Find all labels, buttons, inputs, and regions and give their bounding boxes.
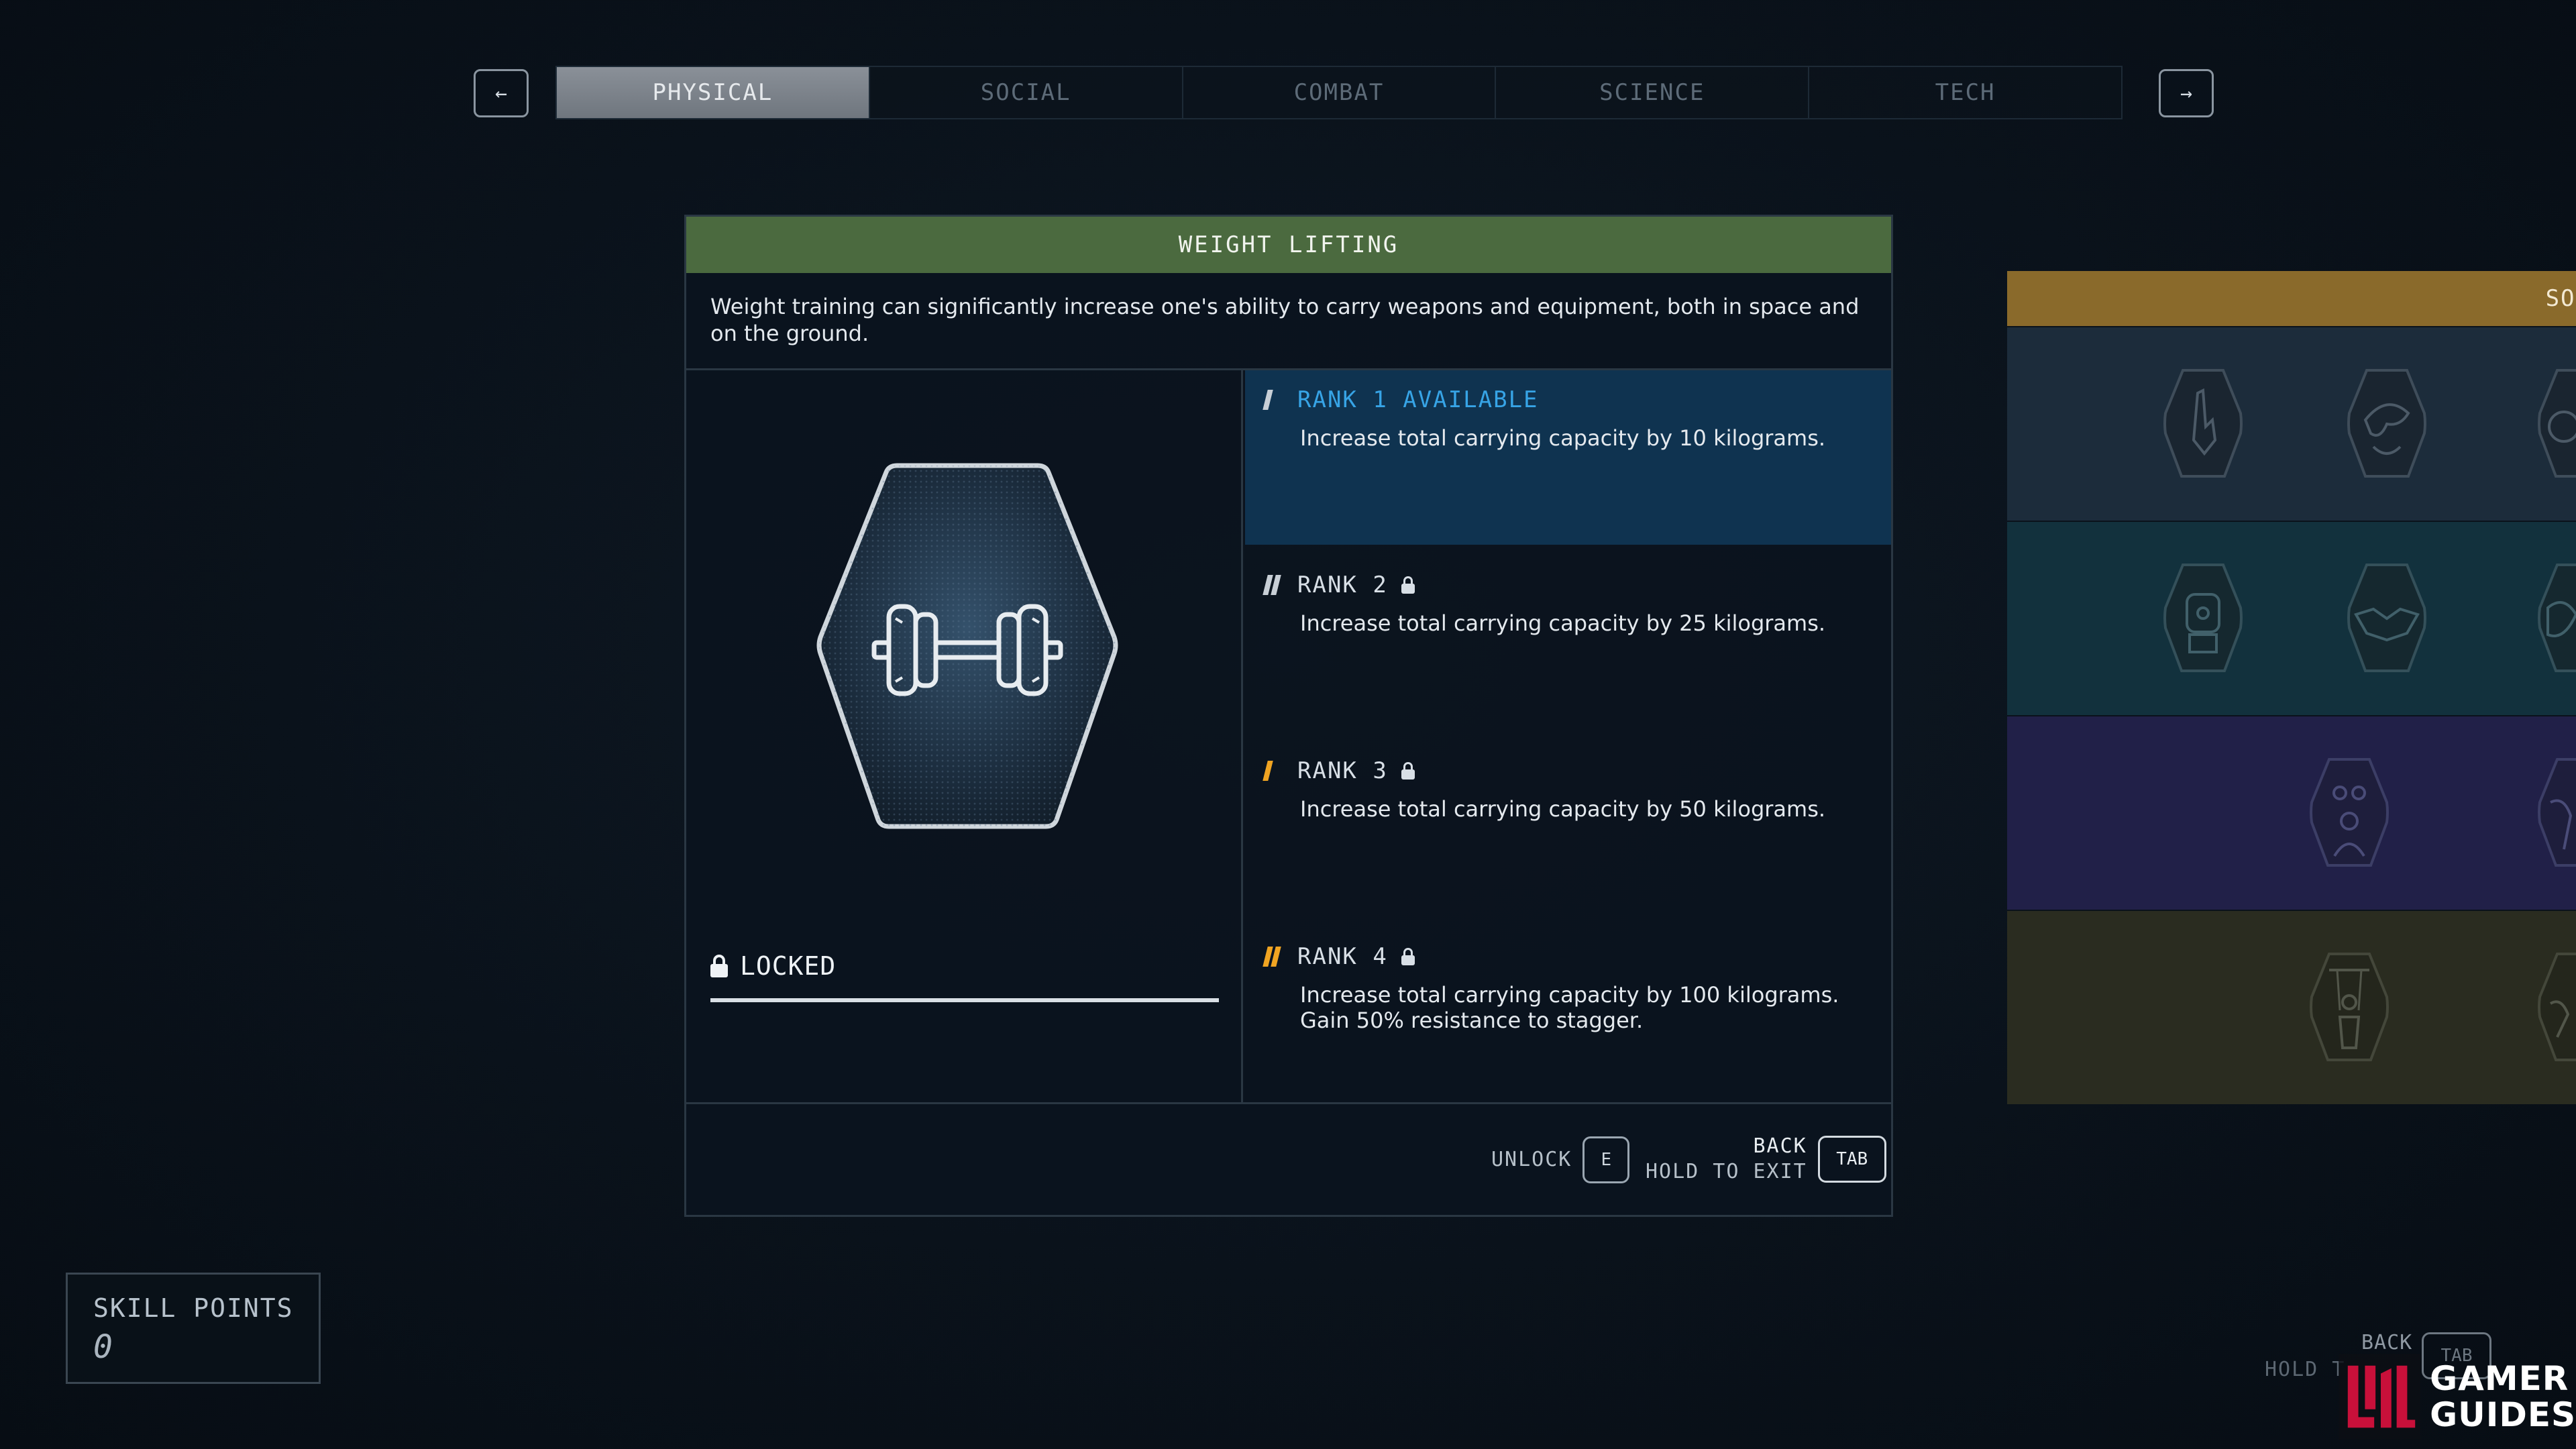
panel-footer: UNLOCK E BACK HOLD TO EXIT TAB	[686, 1104, 1891, 1215]
unlock-label: UNLOCK	[1491, 1148, 1572, 1171]
tree-row-3	[2007, 715, 2576, 910]
tree-category-header: SOC	[2007, 271, 2576, 326]
skill-category-tabs: PHYSICAL SOCIAL COMBAT SCIENCE TECH	[555, 66, 2123, 119]
tab-tech[interactable]: TECH	[1809, 67, 2121, 118]
tree-row-1	[2007, 326, 2576, 521]
arrow-right-icon: →	[2180, 81, 2193, 105]
key-e-icon[interactable]: E	[1582, 1136, 1630, 1183]
rank-marks-icon	[1263, 390, 1284, 410]
rank-label: RANK 3	[1297, 757, 1388, 784]
skill-points-value: 0	[93, 1328, 113, 1366]
rank-tally-mark	[1263, 390, 1273, 410]
next-category-button[interactable]: →	[2159, 69, 2214, 117]
tree-category-label: SOC	[2545, 285, 2576, 312]
back-label: BACK	[1753, 1134, 1807, 1158]
ghost-hold-label: HOLD T	[2265, 1358, 2346, 1381]
rank-description: Increase total carrying capacity by 25 k…	[1300, 610, 1826, 636]
skill-status-label: LOCKED	[740, 951, 837, 981]
dumbbell-icon	[816, 458, 1118, 833]
rank-label: RANK 4	[1297, 943, 1388, 970]
skill-points-box: SKILL POINTS 0	[66, 1273, 321, 1384]
skill-tree-preview: SOC	[2007, 271, 2576, 1107]
prev-category-button[interactable]: ←	[474, 69, 529, 117]
partial-figure-icon[interactable]	[2537, 950, 2576, 1064]
crowd-icon[interactable]	[2309, 755, 2390, 869]
lock-icon	[1401, 762, 1415, 780]
lock-icon	[1401, 576, 1415, 594]
skill-body: LOCKED RANK 1 AVAILABLE Increase total c…	[686, 370, 1891, 1104]
lock-icon	[710, 955, 728, 977]
watermark-line-1: GAMER	[2430, 1359, 2569, 1398]
rank-item-3[interactable]: RANK 3 Increase total carrying capacity …	[1245, 741, 1891, 916]
skill-description: Weight training can significantly increa…	[686, 273, 1891, 370]
skill-title: WEIGHT LIFTING	[686, 217, 1891, 273]
watermark-line-2: GUIDES	[2430, 1395, 2576, 1434]
lock-icon	[1401, 948, 1415, 965]
rank-label: RANK 1 AVAILABLE	[1297, 386, 1539, 413]
challenge-progress-bar	[710, 998, 1219, 1002]
handshake-icon[interactable]	[2347, 561, 2427, 675]
gamer-guides-watermark: GAMER GUIDES	[2339, 1344, 2576, 1449]
tab-social[interactable]: SOCIAL	[870, 67, 1183, 118]
skill-status: LOCKED	[710, 951, 836, 981]
rank-item-2[interactable]: RANK 2 Increase total carrying capacity …	[1245, 555, 1891, 730]
partial-figure-icon[interactable]	[2537, 755, 2576, 869]
rank-marks-icon	[1263, 761, 1284, 781]
hold-to-exit-label: HOLD TO EXIT	[1646, 1160, 1807, 1183]
rank-marks-icon	[1263, 575, 1284, 595]
tree-row-4	[2007, 910, 2576, 1104]
rank-description: Increase total carrying capacity by 100 …	[1300, 982, 1839, 1033]
back-hint[interactable]: BACK HOLD TO EXIT TAB	[1646, 1134, 1886, 1185]
rank-label: RANK 2	[1297, 572, 1388, 598]
arrow-left-icon: ←	[494, 81, 508, 105]
tree-row-2	[2007, 521, 2576, 715]
rank-description: Increase total carrying capacity by 50 k…	[1300, 796, 1826, 822]
puppet-icon[interactable]	[2309, 950, 2390, 1064]
tab-science[interactable]: SCIENCE	[1496, 67, 1810, 118]
skill-badge-column: LOCKED	[686, 370, 1243, 1102]
robot-head-icon[interactable]	[2163, 561, 2243, 675]
gamer-guides-logo-icon	[2339, 1354, 2421, 1440]
tab-combat[interactable]: COMBAT	[1183, 67, 1497, 118]
tribal-mask-icon[interactable]	[2347, 366, 2427, 480]
rank-item-1[interactable]: RANK 1 AVAILABLE Increase total carrying…	[1245, 370, 1891, 545]
partial-portrait-icon[interactable]	[2537, 366, 2576, 480]
rank-item-4[interactable]: RANK 4 Increase total carrying capacity …	[1245, 927, 1891, 1102]
tab-physical[interactable]: PHYSICAL	[557, 67, 870, 118]
unlock-hint[interactable]: UNLOCK E	[1491, 1136, 1630, 1183]
rank-list: RANK 1 AVAILABLE Increase total carrying…	[1245, 370, 1891, 1102]
challenge-progress-fill	[710, 998, 1219, 1002]
rank-marks-icon	[1263, 947, 1284, 967]
rank-description: Increase total carrying capacity by 10 k…	[1300, 425, 1826, 451]
hand-gesture-icon[interactable]	[2163, 366, 2243, 480]
skill-detail-panel: WEIGHT LIFTING Weight training can signi…	[684, 215, 1893, 1217]
snarling-face-icon[interactable]	[2537, 561, 2576, 675]
skill-points-label: SKILL POINTS	[93, 1293, 294, 1323]
key-tab-icon[interactable]: TAB	[1817, 1136, 1886, 1183]
rank-tally-mark	[1263, 761, 1273, 781]
